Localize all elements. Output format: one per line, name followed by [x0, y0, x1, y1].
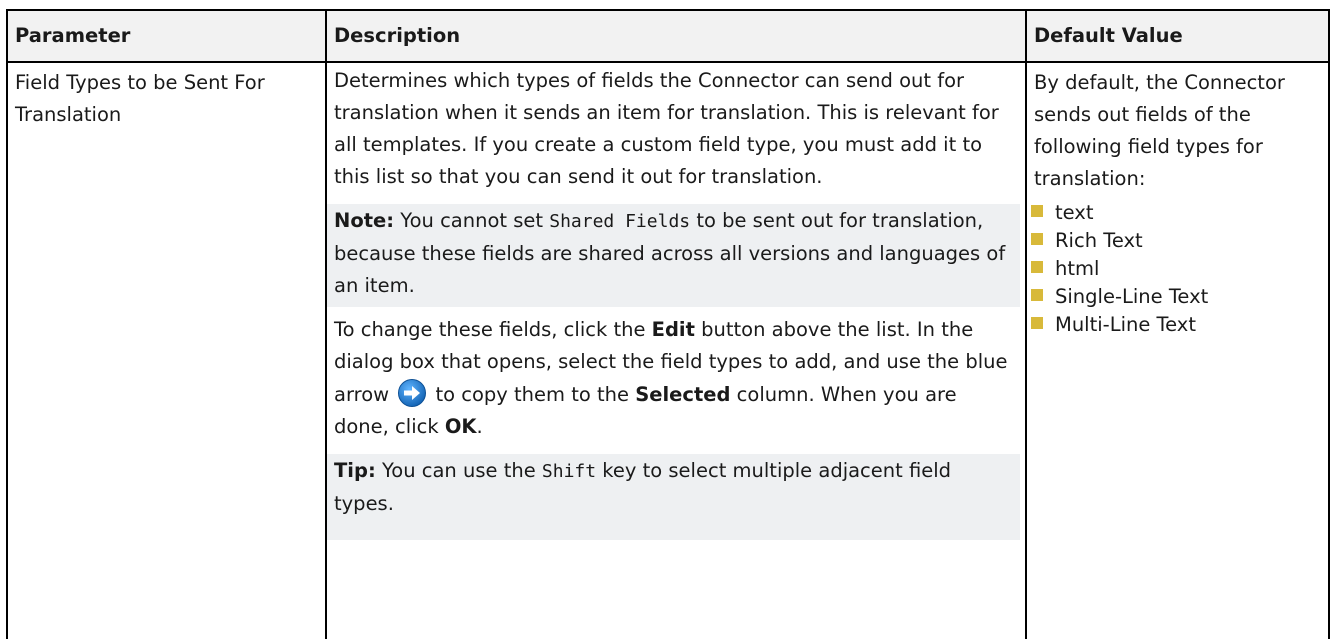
parameter-name: Field Types to be Sent For Translation: [15, 71, 265, 126]
tip-code: Shift: [541, 461, 597, 482]
list-item: Rich Text: [1027, 227, 1328, 255]
parameter-cell: Field Types to be Sent For Translation: [6, 61, 327, 639]
note-text-before: You cannot set: [394, 209, 550, 232]
note-code: Shared Fields: [549, 211, 691, 232]
description-cell: Determines which types of fields the Con…: [325, 61, 1027, 639]
instructions-text-1: To change these fields, click the: [334, 318, 652, 341]
description-intro: Determines which types of fields the Con…: [334, 69, 999, 188]
selected-label: Selected: [635, 383, 731, 406]
default-value-intro: By default, the Connector sends out fiel…: [1034, 71, 1285, 190]
tip-label: Tip:: [334, 459, 376, 482]
header-description: Description: [325, 9, 1027, 63]
square-bullet-icon: [1031, 233, 1043, 245]
tip-block: Tip: You can use the Shift key to select…: [327, 454, 1020, 540]
instructions-block: To change these fields, click the Edit b…: [327, 313, 1020, 448]
list-item: Single-Line Text: [1027, 283, 1328, 311]
header-parameter: Parameter: [6, 9, 327, 63]
parameters-table: Parameter Description Default Value Fiel…: [6, 9, 1330, 639]
list-item: Multi-Line Text: [1027, 311, 1328, 339]
list-item: html: [1027, 255, 1328, 283]
edit-label: Edit: [651, 318, 695, 341]
square-bullet-icon: [1031, 205, 1043, 217]
square-bullet-icon: [1031, 317, 1043, 329]
list-item: text: [1027, 199, 1328, 227]
blue-right-arrow-icon: [397, 378, 427, 408]
default-value-cell: By default, the Connector sends out fiel…: [1025, 61, 1330, 639]
instructions-text-3: to copy them to the: [429, 383, 636, 406]
table-header-row: Parameter Description Default Value: [6, 9, 1330, 63]
instructions-text-5: .: [476, 415, 483, 438]
square-bullet-icon: [1031, 261, 1043, 273]
table-row: Field Types to be Sent For Translation D…: [6, 61, 1330, 639]
note-block: Note: You cannot set Shared Fields to be…: [327, 204, 1020, 307]
default-field-types-list: text Rich Text html Single-Line Text Mul…: [1027, 199, 1328, 339]
ok-label: OK: [444, 415, 477, 438]
header-default-value: Default Value: [1025, 9, 1330, 63]
square-bullet-icon: [1031, 289, 1043, 301]
note-label: Note:: [334, 209, 395, 232]
tip-text-before: You can use the: [375, 459, 542, 482]
